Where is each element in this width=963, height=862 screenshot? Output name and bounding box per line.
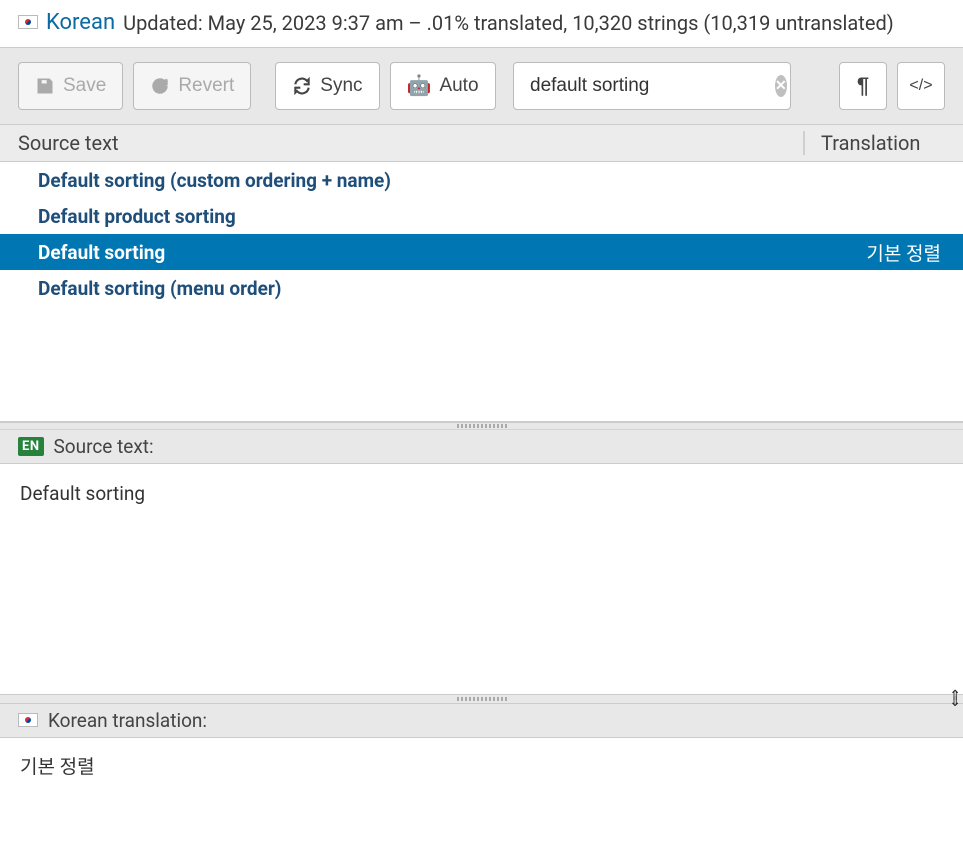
search-field[interactable]: ✕ xyxy=(513,62,791,110)
revert-icon xyxy=(150,76,170,96)
save-label: Save xyxy=(63,75,106,97)
string-row[interactable]: Default sorting 기본 정렬 xyxy=(0,234,963,270)
en-badge: EN xyxy=(18,437,44,456)
toolbar: Save Revert Sync 🤖 Auto ✕ ¶ </> xyxy=(0,47,963,125)
search-input[interactable] xyxy=(530,75,775,97)
rows-list: Default sorting (custom ordering + name)… xyxy=(0,162,963,422)
row-source: Default sorting (menu order) xyxy=(0,277,803,300)
revert-button[interactable]: Revert xyxy=(133,62,251,110)
clear-search-icon[interactable]: ✕ xyxy=(775,75,787,97)
revert-label: Revert xyxy=(178,75,234,97)
pilcrow-button[interactable]: ¶ xyxy=(839,62,887,110)
korea-flag-icon xyxy=(18,15,38,29)
korea-flag-icon xyxy=(18,713,38,727)
auto-label: Auto xyxy=(439,75,478,97)
code-view-button[interactable]: </> xyxy=(897,62,945,110)
row-source: Default sorting xyxy=(0,241,803,264)
column-translation[interactable]: Translation xyxy=(803,131,963,155)
source-panel-label: Source text: xyxy=(54,435,154,458)
code-icon: </> xyxy=(909,77,932,95)
string-row[interactable]: Default product sorting xyxy=(0,198,963,234)
row-source: Default product sorting xyxy=(0,205,803,228)
sync-button[interactable]: Sync xyxy=(275,62,379,110)
header-status: Updated: May 25, 2023 9:37 am – .01% tra… xyxy=(123,11,894,35)
sync-label: Sync xyxy=(320,75,362,97)
source-text-value: Default sorting xyxy=(0,464,963,694)
translation-panel-label: Korean translation: xyxy=(48,709,207,732)
column-source[interactable]: Source text xyxy=(0,131,803,155)
auto-button[interactable]: 🤖 Auto xyxy=(390,62,496,110)
resize-handle[interactable]: ⇑⇓ xyxy=(0,694,963,704)
header-bar: Korean Updated: May 25, 2023 9:37 am – .… xyxy=(0,0,963,47)
string-row[interactable]: Default sorting (custom ordering + name) xyxy=(0,162,963,198)
save-icon xyxy=(35,76,55,96)
resize-handle[interactable] xyxy=(0,422,963,430)
source-panel-header: EN Source text: xyxy=(0,430,963,464)
pilcrow-icon: ¶ xyxy=(857,73,869,99)
row-source: Default sorting (custom ordering + name) xyxy=(0,169,803,192)
row-translation: 기본 정렬 xyxy=(803,239,963,266)
translation-panel-header: Korean translation: xyxy=(0,704,963,738)
column-headers: Source text Translation xyxy=(0,125,963,162)
translation-text-value[interactable]: 기본 정렬 xyxy=(0,738,963,793)
save-button[interactable]: Save xyxy=(18,62,123,110)
robot-icon: 🤖 xyxy=(407,76,432,96)
resize-arrows-icon: ⇑⇓ xyxy=(949,693,961,705)
string-row[interactable]: Default sorting (menu order) xyxy=(0,270,963,306)
sync-icon xyxy=(292,76,312,96)
language-name[interactable]: Korean xyxy=(46,10,115,35)
